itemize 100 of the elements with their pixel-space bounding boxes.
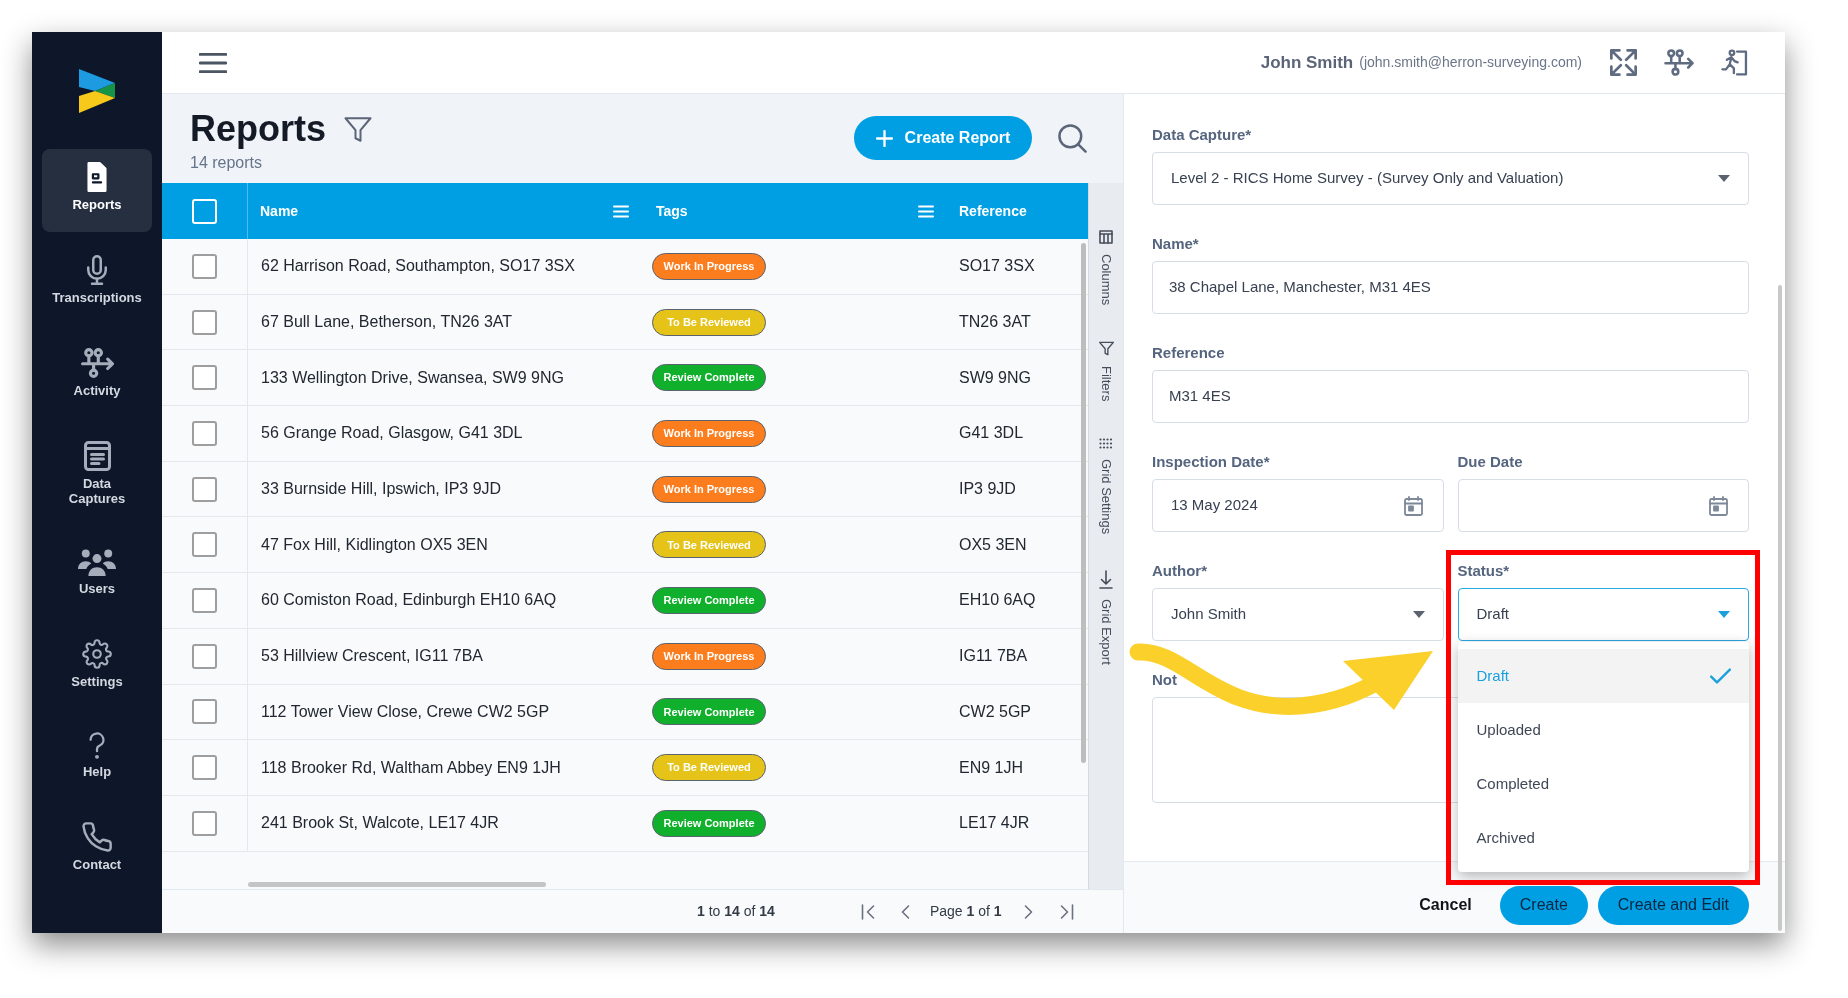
nav-item[interactable]: Contact bbox=[42, 809, 152, 892]
nav-item[interactable]: Data Captures bbox=[42, 428, 152, 526]
search-icon[interactable] bbox=[1058, 123, 1087, 153]
field-label: Author* bbox=[1152, 561, 1207, 581]
status-tag: To Be Reviewed bbox=[652, 308, 766, 336]
checkbox[interactable] bbox=[192, 699, 217, 725]
nav-item[interactable]: Activity bbox=[42, 335, 152, 418]
nav-item[interactable]: Settings bbox=[42, 626, 152, 709]
caret-down-icon bbox=[1718, 175, 1730, 182]
status-tag: To Be Reviewed bbox=[652, 531, 766, 559]
logo-icon bbox=[79, 68, 115, 113]
checkbox[interactable] bbox=[192, 365, 217, 391]
side-panel-tab[interactable]: Grid Export bbox=[1098, 569, 1114, 665]
check-icon bbox=[1710, 668, 1731, 684]
checkbox[interactable] bbox=[192, 587, 217, 613]
status-tag: Work In Progress bbox=[652, 252, 766, 280]
download-icon bbox=[1099, 569, 1113, 589]
nav-item[interactable]: Help bbox=[42, 719, 152, 799]
side-panel-tab[interactable]: Columns bbox=[1098, 230, 1114, 306]
checkbox[interactable] bbox=[192, 643, 217, 669]
status-tag: Work In Progress bbox=[652, 475, 766, 503]
table-cell-text: 133 Wellington Drive, Swansea, SW9 9NG bbox=[260, 367, 565, 388]
checkbox[interactable] bbox=[192, 476, 217, 502]
side-panel-tab[interactable]: Filters bbox=[1098, 341, 1114, 402]
phone-icon bbox=[82, 822, 112, 852]
exit-door-icon[interactable] bbox=[1721, 48, 1748, 77]
status-tag: Work In Progress bbox=[652, 419, 766, 447]
date-field[interactable]: 13 May 2024 bbox=[1152, 479, 1444, 532]
table-cell-text: CW2 5GP bbox=[958, 701, 1032, 722]
previous-page-icon[interactable] bbox=[900, 903, 910, 920]
last-page-icon[interactable] bbox=[1059, 903, 1074, 920]
table-cell-text: 53 Hillview Crescent, IG11 7BA bbox=[260, 646, 484, 667]
caret-down-icon bbox=[1412, 611, 1425, 618]
filter-icon[interactable] bbox=[344, 116, 373, 142]
nodes-arrow-icon[interactable] bbox=[1664, 49, 1694, 76]
table-cell-text: 33 Burnside Hill, Ipswich, IP3 9JD bbox=[260, 479, 503, 500]
select-field[interactable]: Level 2 - RICS Home Survey - (Survey Only and Valuation) bbox=[1152, 152, 1749, 205]
user-name: John Smith bbox=[1260, 51, 1354, 74]
dropdown-option[interactable]: Completed bbox=[1457, 757, 1749, 811]
checkbox[interactable] bbox=[192, 309, 217, 335]
primary-button[interactable]: Create bbox=[1499, 885, 1588, 925]
table-cell-text: IP3 9JD bbox=[958, 479, 1017, 500]
scrollbar-thumb[interactable] bbox=[1081, 243, 1086, 763]
checkbox[interactable] bbox=[192, 532, 217, 558]
status-tag: Review Complete bbox=[652, 364, 766, 392]
dot-grid-icon bbox=[1099, 437, 1113, 449]
side-panel-tab[interactable]: Grid Settings bbox=[1098, 437, 1114, 534]
status-tag: Review Complete bbox=[652, 586, 766, 614]
text-button[interactable]: Cancel bbox=[1415, 892, 1476, 918]
status-tag: Work In Progress bbox=[652, 642, 766, 670]
primary-button[interactable]: Create and Edit bbox=[1597, 885, 1749, 925]
nav-item[interactable]: Transcriptions bbox=[42, 242, 152, 325]
users-icon bbox=[78, 549, 116, 576]
settings-icon bbox=[82, 639, 112, 669]
menu-icon[interactable] bbox=[199, 51, 227, 74]
field-label: Data Capture* bbox=[1152, 125, 1252, 145]
calendar-icon bbox=[1403, 495, 1423, 516]
scrollbar-thumb[interactable] bbox=[1778, 285, 1782, 931]
plus-icon bbox=[875, 129, 893, 147]
select-field[interactable]: Draft bbox=[1457, 588, 1749, 641]
status-tag: Review Complete bbox=[652, 698, 766, 726]
page-title: Reports bbox=[190, 108, 327, 150]
microphone-icon bbox=[87, 255, 107, 285]
text-field[interactable]: 38 Chapel Lane, Manchester, M31 4ES bbox=[1152, 261, 1749, 314]
list-document-icon bbox=[83, 441, 111, 471]
status-tag: To Be Reviewed bbox=[652, 754, 766, 782]
report-count: 14 reports bbox=[190, 153, 263, 173]
table-cell-text: 112 Tower View Close, Crewe CW2 5GP bbox=[260, 701, 551, 722]
table-cell-text: SO17 3SX bbox=[958, 256, 1036, 277]
scrollbar-thumb[interactable] bbox=[248, 882, 546, 887]
table-cell-text: LE17 4JR bbox=[958, 813, 1031, 834]
table-cell-text: 67 Bull Lane, Betherson, TN26 3AT bbox=[260, 312, 514, 333]
date-field[interactable] bbox=[1457, 479, 1749, 532]
table-cell-text: OX5 3EN bbox=[958, 534, 1028, 555]
calendar-icon bbox=[1709, 495, 1728, 516]
table-cell-text: 62 Harrison Road, Southampton, SO17 3SX bbox=[260, 256, 576, 277]
table-cell-text: EH10 6AQ bbox=[958, 590, 1037, 611]
field-label: Inspection Date* bbox=[1152, 452, 1270, 472]
checkbox[interactable] bbox=[192, 810, 217, 836]
field-label: Due Date bbox=[1457, 452, 1523, 472]
checkbox[interactable] bbox=[192, 253, 217, 279]
field-label: Reference bbox=[1152, 343, 1225, 363]
field-label: Name* bbox=[1152, 234, 1199, 254]
status-tag: Review Complete bbox=[652, 809, 766, 837]
select-field[interactable]: John Smith bbox=[1152, 588, 1444, 641]
checkbox[interactable] bbox=[192, 755, 217, 781]
field-label: Status* bbox=[1457, 561, 1510, 581]
text-field[interactable]: M31 4ES bbox=[1152, 370, 1749, 423]
dropdown-option[interactable]: Archived bbox=[1457, 811, 1749, 865]
nav-item[interactable]: Reports bbox=[42, 149, 152, 232]
dropdown-option[interactable]: Uploaded bbox=[1457, 703, 1749, 757]
first-page-icon[interactable] bbox=[860, 903, 875, 920]
expand-icon[interactable] bbox=[1610, 49, 1637, 76]
checkbox[interactable] bbox=[192, 420, 217, 446]
table-cell-text: 241 Brook St, Walcote, LE17 4JR bbox=[260, 813, 500, 834]
next-page-icon[interactable] bbox=[1023, 903, 1033, 920]
table-cell-text: 56 Grange Road, Glasgow, G41 3DL bbox=[260, 423, 524, 444]
nav-item[interactable]: Users bbox=[42, 536, 152, 616]
table-cell-text: EN9 1JH bbox=[958, 757, 1025, 778]
table-cell-text: 47 Fox Hill, Kidlington OX5 3EN bbox=[260, 534, 489, 555]
